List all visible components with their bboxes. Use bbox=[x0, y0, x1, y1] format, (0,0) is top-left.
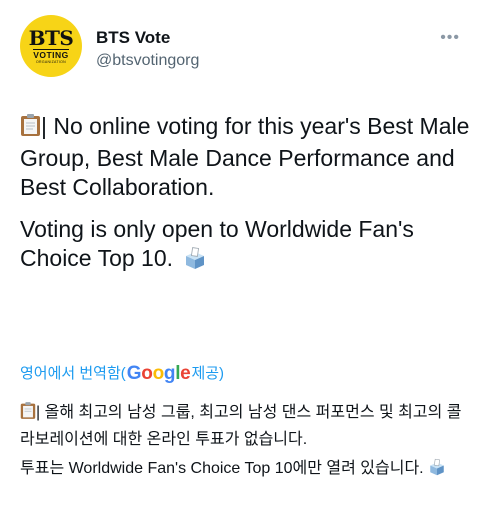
tweet-paragraph-1: | No online voting for this year's Best … bbox=[20, 112, 472, 202]
tweet-paragraph-1-text: | No online voting for this year's Best … bbox=[20, 113, 470, 200]
clipboard-icon bbox=[20, 401, 36, 428]
tweet-paragraph-2-text: Voting is only open to Worldwide Fan's C… bbox=[20, 216, 414, 271]
avatar-org-text: ORGANIZATION bbox=[36, 59, 66, 64]
translation-attribution[interactable]: 영어에서 번역함( Google 제공) bbox=[20, 364, 224, 384]
translation-label: 영어에서 번역함( bbox=[20, 365, 126, 382]
tweet-text: | No online voting for this year's Best … bbox=[20, 112, 472, 290]
tweet-paragraph-2: Voting is only open to Worldwide Fan's C… bbox=[20, 215, 472, 277]
avatar-main-text: BTS bbox=[28, 25, 74, 50]
account-name[interactable]: BTS Vote bbox=[96, 28, 170, 48]
translated-paragraph-1-text: | 올해 최고의 남성 그룹, 최고의 남성 댄스 퍼포먼스 및 최고의 콜라보… bbox=[20, 404, 462, 448]
avatar-sub-text: VOTING bbox=[33, 48, 69, 60]
translated-paragraph-1: | 올해 최고의 남성 그룹, 최고의 남성 댄스 퍼포먼스 및 최고의 콜라보… bbox=[20, 401, 472, 452]
clipboard-icon bbox=[20, 113, 41, 144]
google-logo: Google bbox=[126, 363, 191, 384]
ballot-box-icon bbox=[428, 458, 446, 484]
ballot-box-icon bbox=[183, 246, 207, 277]
translated-paragraph-2-text: 투표는 Worldwide Fan's Choice Top 10에만 열려 있… bbox=[20, 460, 424, 477]
translation-suffix: 제공) bbox=[191, 365, 225, 382]
translated-paragraph-2: 투표는 Worldwide Fan's Choice Top 10에만 열려 있… bbox=[20, 457, 472, 484]
more-dots-icon[interactable]: ••• bbox=[440, 29, 460, 47]
translated-text: | 올해 최고의 남성 그룹, 최고의 남성 댄스 퍼포먼스 및 최고의 콜라보… bbox=[20, 401, 472, 489]
account-handle[interactable]: @btsvotingorg bbox=[96, 51, 199, 71]
avatar[interactable]: BTS VOTING ORGANIZATION bbox=[20, 15, 82, 77]
